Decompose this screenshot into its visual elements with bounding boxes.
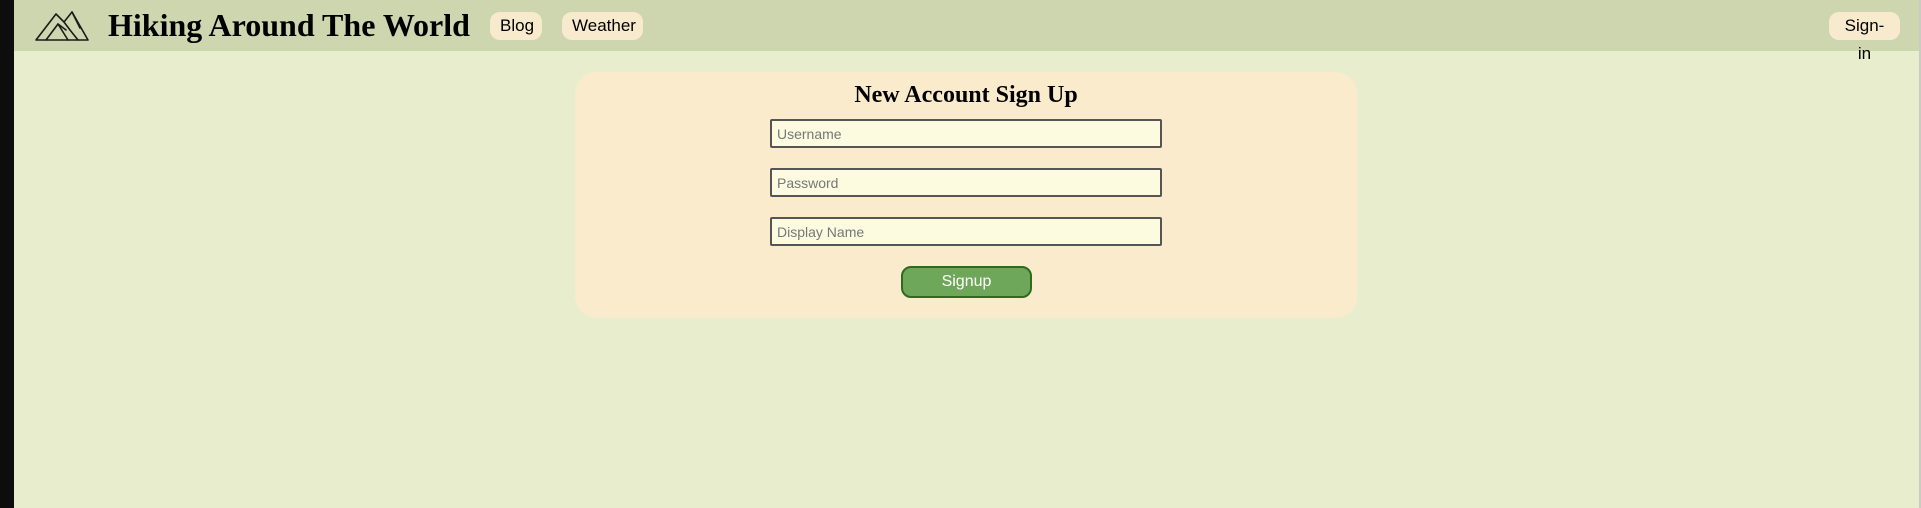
sign-in-button[interactable]: Sign-in <box>1829 12 1900 63</box>
mountain-icon <box>35 11 89 41</box>
signup-button[interactable]: Signup <box>901 266 1032 298</box>
username-input[interactable] <box>770 119 1162 148</box>
signup-title: New Account Sign Up <box>854 82 1078 108</box>
nav-weather-button[interactable]: Weather <box>562 12 643 40</box>
signup-card: New Account Sign Up Signup <box>575 72 1357 318</box>
window-edge-left <box>0 0 14 508</box>
nav-blog-button[interactable]: Blog <box>490 12 542 40</box>
page: Hiking Around The World Blog Weather Sig… <box>14 0 1919 508</box>
site-header: Hiking Around The World Blog Weather Sig… <box>14 0 1919 63</box>
password-input[interactable] <box>770 168 1162 197</box>
site-title: Hiking Around The World <box>108 7 470 43</box>
display-name-input[interactable] <box>770 217 1162 246</box>
